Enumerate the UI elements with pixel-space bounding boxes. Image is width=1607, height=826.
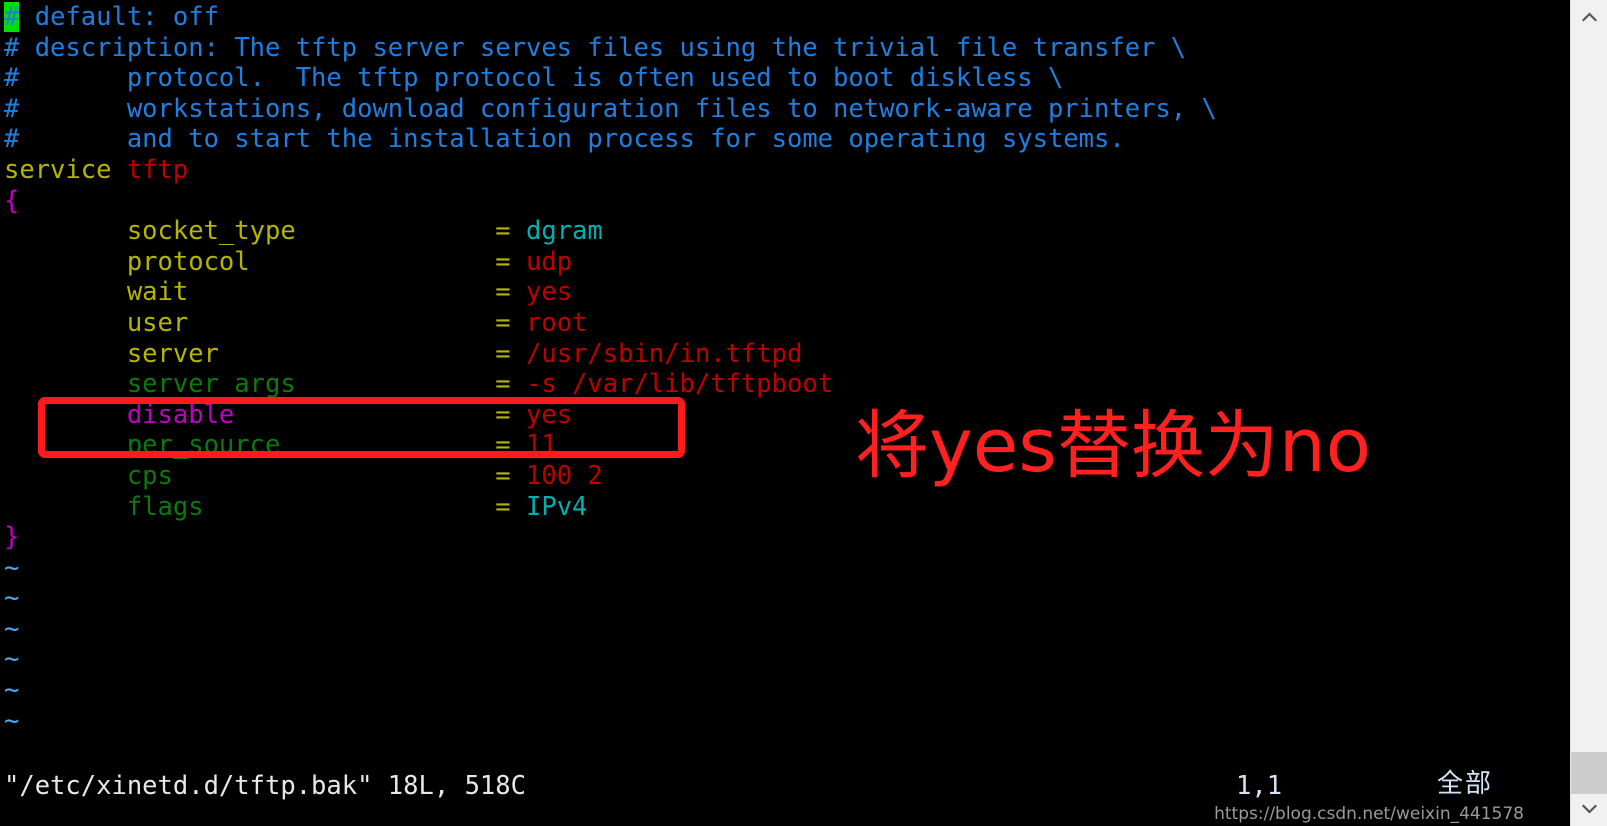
code-line: ~ xyxy=(4,644,1217,675)
code-span: # and to start the installation process … xyxy=(4,124,1125,155)
code-line: # protocol. The tftp protocol is often u… xyxy=(4,63,1217,94)
code-span: = xyxy=(295,216,526,247)
code-span: = xyxy=(188,277,526,308)
code-span: = xyxy=(218,338,526,369)
code-line: { xyxy=(4,186,1217,217)
code-span: default: off xyxy=(19,2,219,32)
code-span: = xyxy=(172,460,526,491)
code-span: server_args xyxy=(4,369,296,400)
screenshot-root: # default: off # description: The tftp se… xyxy=(0,0,1607,826)
status-scroll-indicator: 全部 xyxy=(1437,769,1494,799)
vim-buffer[interactable]: # default: off # description: The tftp se… xyxy=(0,0,1217,736)
code-span: 11 xyxy=(525,430,557,461)
code-line: # and to start the installation process … xyxy=(4,124,1217,155)
status-file-info: "/etc/xinetd.d/tftp.bak" 18L, 518C xyxy=(4,771,526,801)
code-span: = xyxy=(295,369,526,400)
code-line: ~ xyxy=(4,614,1217,645)
code-span: = xyxy=(188,307,526,338)
code-line: # description: The tftp server serves fi… xyxy=(4,33,1217,64)
code-line: ~ xyxy=(4,706,1217,737)
code-line: flags = IPv4 xyxy=(4,492,1217,523)
code-span: wait xyxy=(4,277,189,308)
code-span: ~ xyxy=(4,613,20,644)
code-line: service tftp xyxy=(4,155,1217,186)
code-span: } xyxy=(4,522,20,553)
code-line: ~ xyxy=(4,583,1217,614)
code-line: } xyxy=(4,522,1217,553)
code-span: ~ xyxy=(4,675,20,706)
code-span: ~ xyxy=(4,552,20,583)
code-span: -s /var/lib/tftpboot xyxy=(526,369,834,400)
code-span: = xyxy=(234,399,526,430)
code-span: socket_type xyxy=(4,216,296,247)
code-span: # xyxy=(4,2,20,32)
annotation-text: 将yes替换为no xyxy=(855,403,1372,489)
chevron-down-icon xyxy=(1582,804,1597,814)
scrollbar-down-button[interactable] xyxy=(1571,792,1607,826)
code-span: root xyxy=(526,307,588,338)
page-scrollbar[interactable] xyxy=(1570,0,1607,826)
code-line: # default: off xyxy=(4,2,1217,33)
code-span: ~ xyxy=(4,583,20,614)
chevron-up-icon xyxy=(1582,12,1597,22)
code-span: /usr/sbin/in.tftpd xyxy=(525,338,803,369)
code-span: udp xyxy=(525,246,573,277)
code-span: = xyxy=(249,246,526,277)
code-span: dgram xyxy=(526,216,603,247)
code-span: user xyxy=(4,307,189,338)
watermark-url: https://blog.csdn.net/weixin_441578 xyxy=(1214,804,1524,824)
code-span: = xyxy=(280,430,526,461)
code-span: service xyxy=(4,154,127,185)
code-span: yes xyxy=(526,399,573,430)
code-line: # workstations, download configuration f… xyxy=(4,94,1217,125)
code-line: socket_type = dgram xyxy=(4,216,1217,247)
code-span: = xyxy=(203,491,526,522)
scrollbar-thumb[interactable] xyxy=(1571,752,1607,794)
terminal-pane[interactable]: # default: off # description: The tftp se… xyxy=(0,0,1570,826)
code-span: 100 2 xyxy=(526,460,603,491)
code-span: disable xyxy=(4,399,235,430)
code-span: { xyxy=(4,185,20,216)
code-line: protocol = udp xyxy=(4,247,1217,278)
vim-status-line: "/etc/xinetd.d/tftp.bak" 18L, 518C 1,1 全… xyxy=(0,768,1570,804)
code-span: ~ xyxy=(4,644,20,675)
status-cursor-position: 1,1 xyxy=(1236,771,1283,801)
code-span: yes xyxy=(526,277,573,308)
code-line: ~ xyxy=(4,553,1217,584)
code-span: # protocol. The tftp protocol is often u… xyxy=(4,63,1064,94)
code-line: server = /usr/sbin/in.tftpd xyxy=(4,339,1217,370)
code-span: protocol xyxy=(4,246,250,277)
code-span: # description: The tftp server serves fi… xyxy=(4,32,1187,63)
code-span: flags xyxy=(4,491,204,522)
code-span: server xyxy=(4,338,219,369)
code-line: user = root xyxy=(4,308,1217,339)
code-span: IPv4 xyxy=(526,491,588,522)
code-span: tftp xyxy=(126,154,189,185)
code-line: ~ xyxy=(4,675,1217,706)
code-span: cps xyxy=(4,460,173,491)
code-span: ~ xyxy=(4,705,20,736)
code-span: # workstations, download configuration f… xyxy=(4,93,1217,124)
code-line: wait = yes xyxy=(4,277,1217,308)
scrollbar-up-button[interactable] xyxy=(1571,0,1607,34)
code-line: server_args = -s /var/lib/tftpboot xyxy=(4,369,1217,400)
code-span: per_source xyxy=(4,430,281,461)
